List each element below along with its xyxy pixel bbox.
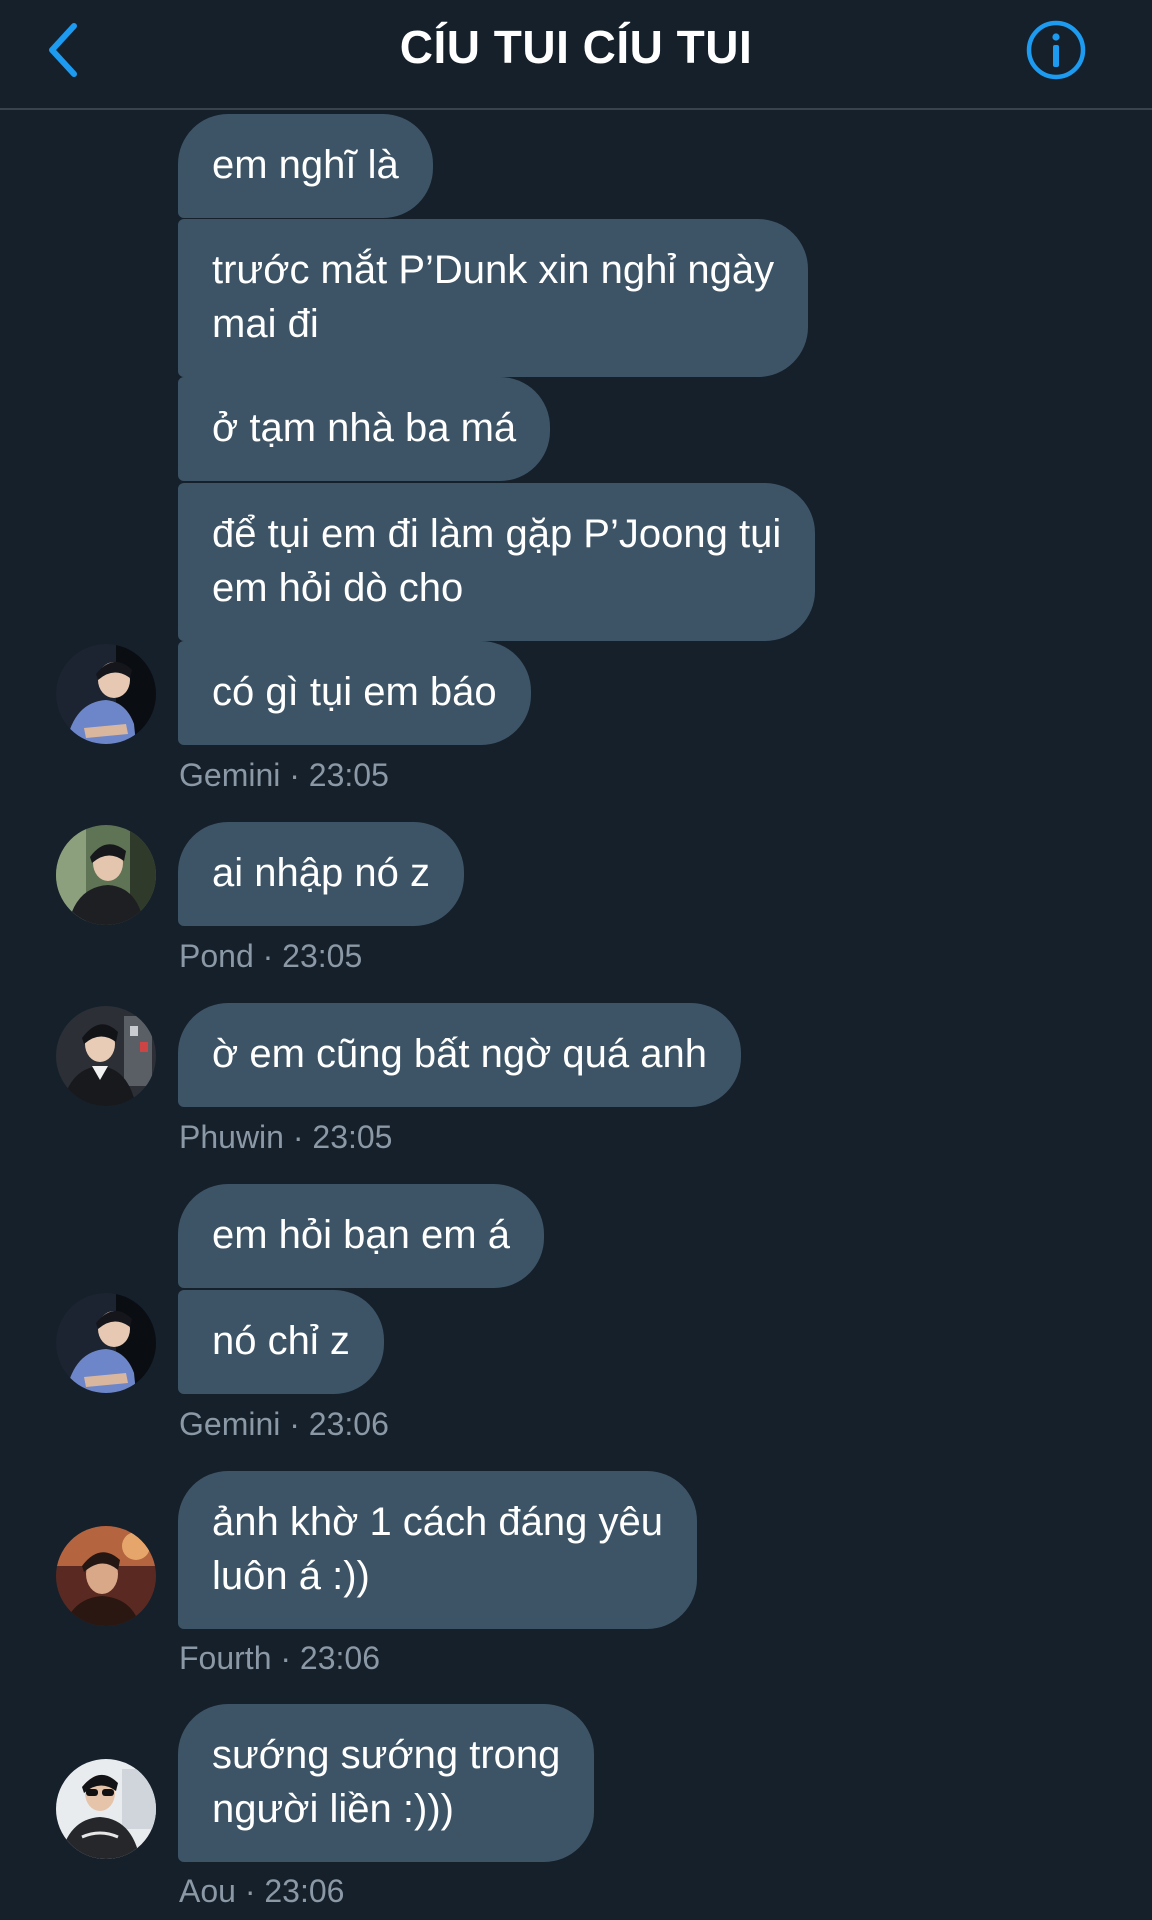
conversation-header: CÍU TUI CÍU TUI bbox=[0, 0, 1152, 110]
info-button[interactable] bbox=[1024, 18, 1088, 82]
message-bubble[interactable]: em nghĩ là bbox=[178, 114, 433, 218]
message-meta: Gemini · 23:05 bbox=[179, 757, 389, 793]
info-icon bbox=[1026, 20, 1086, 80]
message-bubble[interactable]: có gì tụi em báo bbox=[178, 641, 531, 745]
avatar-pond[interactable] bbox=[56, 825, 156, 925]
message-bubble[interactable]: em hỏi bạn em á bbox=[178, 1184, 544, 1288]
message-meta: Phuwin · 23:05 bbox=[179, 1119, 393, 1155]
message-bubble[interactable]: để tụi em đi làm gặp P’Joong tụi em hỏi … bbox=[178, 483, 816, 641]
message-meta: Fourth · 23:06 bbox=[179, 1640, 380, 1676]
message-bubble[interactable]: ở tạm nhà ba má bbox=[178, 377, 551, 481]
message-bubble[interactable]: trước mắt P’Dunk xin nghỉ ngày mai đi bbox=[178, 219, 809, 377]
avatar-aou[interactable] bbox=[56, 1759, 156, 1859]
avatar-gemini[interactable] bbox=[56, 1293, 156, 1393]
conversation-title: CÍU TUI CÍU TUI bbox=[399, 21, 753, 73]
message-meta: Gemini · 23:06 bbox=[179, 1406, 389, 1442]
message-bubble[interactable]: ờ em cũng bất ngờ quá anh bbox=[178, 1003, 742, 1107]
message-meta: Pond · 23:05 bbox=[179, 938, 363, 974]
avatar-fourth[interactable] bbox=[56, 1526, 156, 1626]
avatar-phuwin[interactable] bbox=[56, 1006, 156, 1106]
message-meta: Aou · 23:06 bbox=[179, 1873, 345, 1909]
message-bubble[interactable]: ai nhập nó z bbox=[178, 822, 464, 926]
avatar-gemini[interactable] bbox=[56, 644, 156, 744]
message-bubble[interactable]: nó chỉ z bbox=[178, 1290, 384, 1394]
message-bubble[interactable]: sướng sướng trong người liền :))) bbox=[178, 1704, 595, 1862]
message-bubble[interactable]: ảnh khờ 1 cách đáng yêu luôn á :)) bbox=[178, 1471, 697, 1629]
